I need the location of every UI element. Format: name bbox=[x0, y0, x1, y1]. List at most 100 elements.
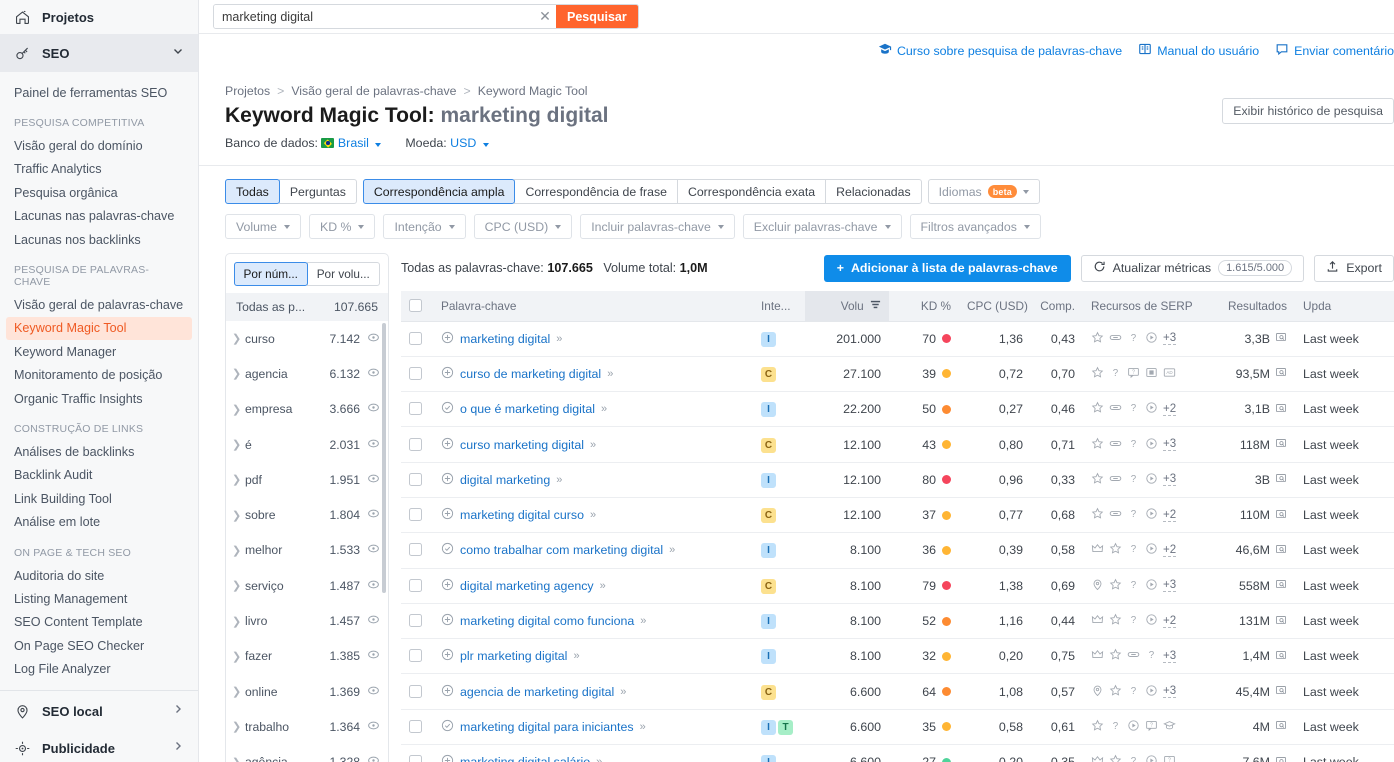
chevron-right-icon[interactable]: ❯ bbox=[232, 650, 245, 663]
star-icon[interactable] bbox=[1109, 648, 1122, 664]
row-select-cell[interactable] bbox=[401, 568, 433, 603]
keyword-link[interactable]: marketing digital como funciona bbox=[460, 614, 634, 628]
star-icon[interactable] bbox=[1109, 613, 1122, 629]
serp-preview-icon[interactable] bbox=[1275, 649, 1287, 664]
eye-icon[interactable] bbox=[367, 648, 380, 664]
sidebar-item-on-page-seo-checker[interactable]: On Page SEO Checker bbox=[0, 634, 198, 657]
sidebar-item-backlink-audit[interactable]: Backlink Audit bbox=[0, 464, 198, 487]
sidebar-item-visao-geral-dominio[interactable]: Visão geral do domínio bbox=[0, 134, 198, 157]
star-icon[interactable] bbox=[1109, 578, 1122, 594]
chevron-right-icon[interactable]: ❯ bbox=[232, 579, 245, 592]
plus-circle-icon[interactable] bbox=[441, 754, 454, 762]
chevron-right-icon[interactable]: ❯ bbox=[232, 509, 245, 522]
question-icon[interactable]: ? bbox=[1145, 648, 1158, 664]
chevron-right-icon[interactable]: ❯ bbox=[232, 403, 245, 416]
row-select-cell[interactable] bbox=[401, 533, 433, 568]
location-icon[interactable] bbox=[1091, 578, 1104, 594]
question-icon[interactable]: ? bbox=[1127, 331, 1140, 347]
serp-more-badge[interactable]: +3 bbox=[1163, 685, 1176, 698]
chevron-right-icon[interactable]: ❯ bbox=[232, 756, 245, 762]
row-checkbox[interactable] bbox=[409, 473, 422, 486]
database-selector[interactable]: Banco de dados: Brasil bbox=[225, 136, 381, 150]
expand-keyword-icon[interactable]: » bbox=[556, 474, 561, 486]
sidebar-item-projetos[interactable]: Projetos bbox=[0, 0, 198, 34]
plus-circle-icon[interactable] bbox=[441, 648, 454, 664]
filter-kd[interactable]: KD % bbox=[309, 214, 375, 239]
eye-icon[interactable] bbox=[367, 472, 380, 488]
link-icon[interactable] bbox=[1127, 648, 1140, 664]
video-icon[interactable] bbox=[1145, 437, 1158, 453]
filter-avancados[interactable]: Filtros avançados bbox=[910, 214, 1041, 239]
intent-badge-I[interactable]: I bbox=[761, 755, 776, 762]
video-icon[interactable] bbox=[1127, 719, 1140, 735]
header-updated[interactable]: Upda bbox=[1295, 291, 1394, 321]
video-icon[interactable] bbox=[1145, 684, 1158, 700]
table-row[interactable]: como trabalhar com marketing digital»I8.… bbox=[401, 533, 1394, 568]
serp-more-badge[interactable]: +2 bbox=[1163, 615, 1176, 628]
serp-preview-icon[interactable] bbox=[1275, 366, 1287, 381]
keyword-link[interactable]: marketing digital bbox=[460, 332, 550, 346]
table-row[interactable]: marketing digital como funciona»I8.10052… bbox=[401, 603, 1394, 638]
select-all-checkbox[interactable] bbox=[409, 299, 422, 312]
groups-scrollbar[interactable] bbox=[382, 323, 386, 593]
expand-keyword-icon[interactable]: » bbox=[640, 721, 645, 733]
manual-link[interactable]: Manual do usuário bbox=[1138, 42, 1259, 59]
eye-icon[interactable] bbox=[367, 507, 380, 523]
intent-badge-C[interactable]: C bbox=[761, 685, 776, 700]
sidebar-item-analises-backlinks[interactable]: Análises de backlinks bbox=[0, 440, 198, 463]
sidebar-item-keyword-magic-tool[interactable]: Keyword Magic Tool bbox=[6, 317, 192, 340]
row-checkbox[interactable] bbox=[409, 402, 422, 415]
plus-circle-icon[interactable] bbox=[441, 684, 454, 700]
row-checkbox[interactable] bbox=[409, 579, 422, 592]
intent-badge-I[interactable]: I bbox=[761, 649, 776, 664]
row-checkbox[interactable] bbox=[409, 508, 422, 521]
serp-preview-icon[interactable] bbox=[1275, 437, 1287, 452]
star-icon[interactable] bbox=[1091, 507, 1104, 523]
filter-intencao[interactable]: Intenção bbox=[383, 214, 465, 239]
expand-keyword-icon[interactable]: » bbox=[596, 756, 601, 762]
eye-icon[interactable] bbox=[367, 542, 380, 558]
intent-badge-I[interactable]: I bbox=[761, 543, 776, 558]
keyword-link[interactable]: curso marketing digital bbox=[460, 438, 584, 452]
chevron-right-icon[interactable]: ❯ bbox=[232, 720, 245, 733]
chevron-right-icon[interactable]: ❯ bbox=[232, 332, 245, 345]
sidebar-item-link-building-tool[interactable]: Link Building Tool bbox=[0, 487, 198, 510]
intent-badge-I[interactable]: I bbox=[761, 402, 776, 417]
keyword-link[interactable]: o que é marketing digital bbox=[460, 402, 595, 416]
intent-badge-C[interactable]: C bbox=[761, 438, 776, 453]
group-row[interactable]: ❯sobre1.804 bbox=[226, 497, 388, 532]
header-results[interactable]: Resultados bbox=[1203, 291, 1295, 321]
row-select-cell[interactable] bbox=[401, 639, 433, 674]
link-icon[interactable] bbox=[1109, 401, 1122, 417]
header-serp-features[interactable]: Recursos de SERP bbox=[1083, 291, 1203, 321]
add-to-keyword-list-button[interactable]: + Adicionar à lista de palavras-chave bbox=[824, 255, 1071, 282]
check-circle-icon[interactable] bbox=[441, 401, 454, 417]
breadcrumb-item-visao-geral[interactable]: Visão geral de palavras-chave bbox=[291, 84, 456, 98]
filter-volume[interactable]: Volume bbox=[225, 214, 301, 239]
table-row[interactable]: digital marketing»I12.100800,960,33?+33B… bbox=[401, 462, 1394, 497]
intent-badge-I[interactable]: I bbox=[761, 614, 776, 629]
keyword-link[interactable]: marketing digital curso bbox=[460, 508, 584, 522]
search-history-button[interactable]: Exibir histórico de pesquisa bbox=[1222, 98, 1394, 124]
row-checkbox[interactable] bbox=[409, 649, 422, 662]
header-intent[interactable]: Inte... bbox=[753, 291, 805, 321]
serp-preview-icon[interactable] bbox=[1275, 578, 1287, 593]
video-icon[interactable] bbox=[1145, 472, 1158, 488]
expand-keyword-icon[interactable]: » bbox=[556, 333, 561, 345]
sidebar-item-log-file-analyzer[interactable]: Log File Analyzer bbox=[0, 657, 198, 680]
breadcrumb-item-projetos[interactable]: Projetos bbox=[225, 84, 270, 98]
row-checkbox[interactable] bbox=[409, 367, 422, 380]
chevron-right-icon[interactable]: ❯ bbox=[232, 367, 245, 380]
close-icon[interactable]: ✕ bbox=[534, 5, 556, 28]
question-icon[interactable]: ? bbox=[1127, 472, 1140, 488]
serp-more-badge[interactable]: +3 bbox=[1163, 579, 1176, 592]
table-row[interactable]: plr marketing digital»I8.100320,200,75?+… bbox=[401, 639, 1394, 674]
sidebar-item-monitoramento-posicao[interactable]: Monitoramento de posição bbox=[0, 364, 198, 387]
link-icon[interactable] bbox=[1109, 437, 1122, 453]
feedback-link[interactable]: Enviar comentário bbox=[1275, 42, 1394, 59]
intent-badge-C[interactable]: C bbox=[761, 367, 776, 382]
check-circle-icon[interactable] bbox=[441, 542, 454, 558]
star-icon[interactable] bbox=[1091, 719, 1104, 735]
header-select-all[interactable] bbox=[401, 291, 433, 321]
plus-circle-icon[interactable] bbox=[441, 578, 454, 594]
